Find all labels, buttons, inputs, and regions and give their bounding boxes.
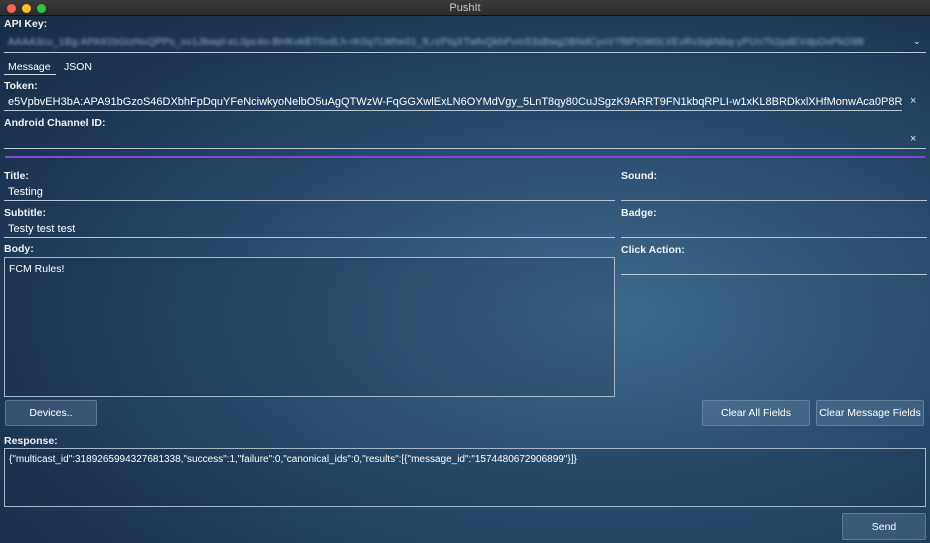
clear-all-fields-button[interactable]: Clear All Fields [702, 400, 810, 426]
token-field[interactable]: e5VpbvEH3bA:APA91bGzoS46DXbhFpDquYFeNciw… [4, 92, 902, 111]
chevron-down-icon[interactable]: ⌄ [913, 36, 921, 47]
sound-label: Sound: [621, 170, 658, 182]
title-field[interactable]: Testing [4, 183, 615, 201]
clear-token-icon[interactable]: × [910, 95, 916, 107]
token-value: e5VpbvEH3bA:APA91bGzoS46DXbhFpDquYFeNciw… [8, 96, 902, 108]
api-key-combobox[interactable]: AAAA3cu_1Bg:APA91bGtzNxQPPs_ov1Jbwpl-eL0… [4, 31, 926, 53]
subtitle-field[interactable]: Testy test test [4, 220, 615, 238]
tab-json[interactable]: JSON [64, 61, 92, 73]
tab-active-indicator [4, 74, 56, 75]
tab-message[interactable]: Message [8, 61, 51, 73]
subtitle-value: Testy test test [8, 223, 76, 235]
body-textarea[interactable]: FCM Rules! [4, 257, 615, 397]
window-title: PushIt [449, 2, 481, 14]
body-value: FCM Rules! [9, 263, 65, 275]
section-divider [5, 156, 925, 158]
body-label: Body: [4, 243, 34, 255]
response-textarea[interactable]: {"multicast_id":3189265994327681338,"suc… [4, 448, 926, 507]
badge-field[interactable] [621, 220, 927, 238]
title-value: Testing [8, 186, 43, 198]
api-key-value: AAAA3cu_1Bg:APA91bGtzNxQPPs_ov1Jbwpl-eL0… [8, 37, 865, 48]
click-action-field[interactable] [621, 257, 927, 275]
subtitle-label: Subtitle: [4, 207, 46, 219]
clear-channel-icon[interactable]: × [910, 133, 916, 145]
devices-button[interactable]: Devices.. [5, 400, 97, 426]
android-channel-field[interactable] [4, 130, 926, 149]
sound-field[interactable] [621, 183, 927, 201]
click-action-label: Click Action: [621, 244, 685, 256]
app-window: PushIt API Key: AAAA3cu_1Bg:APA91bGtzNxQ… [0, 0, 930, 543]
clear-message-fields-button[interactable]: Clear Message Fields [816, 400, 924, 426]
title-bar: PushIt [0, 0, 930, 16]
title-label: Title: [4, 170, 29, 182]
response-label: Response: [4, 435, 58, 447]
token-label: Token: [4, 80, 38, 92]
api-key-label: API Key: [4, 18, 48, 30]
android-channel-label: Android Channel ID: [4, 117, 106, 129]
send-button[interactable]: Send [842, 513, 926, 540]
response-value: {"multicast_id":3189265994327681338,"suc… [9, 454, 577, 465]
badge-label: Badge: [621, 207, 657, 219]
